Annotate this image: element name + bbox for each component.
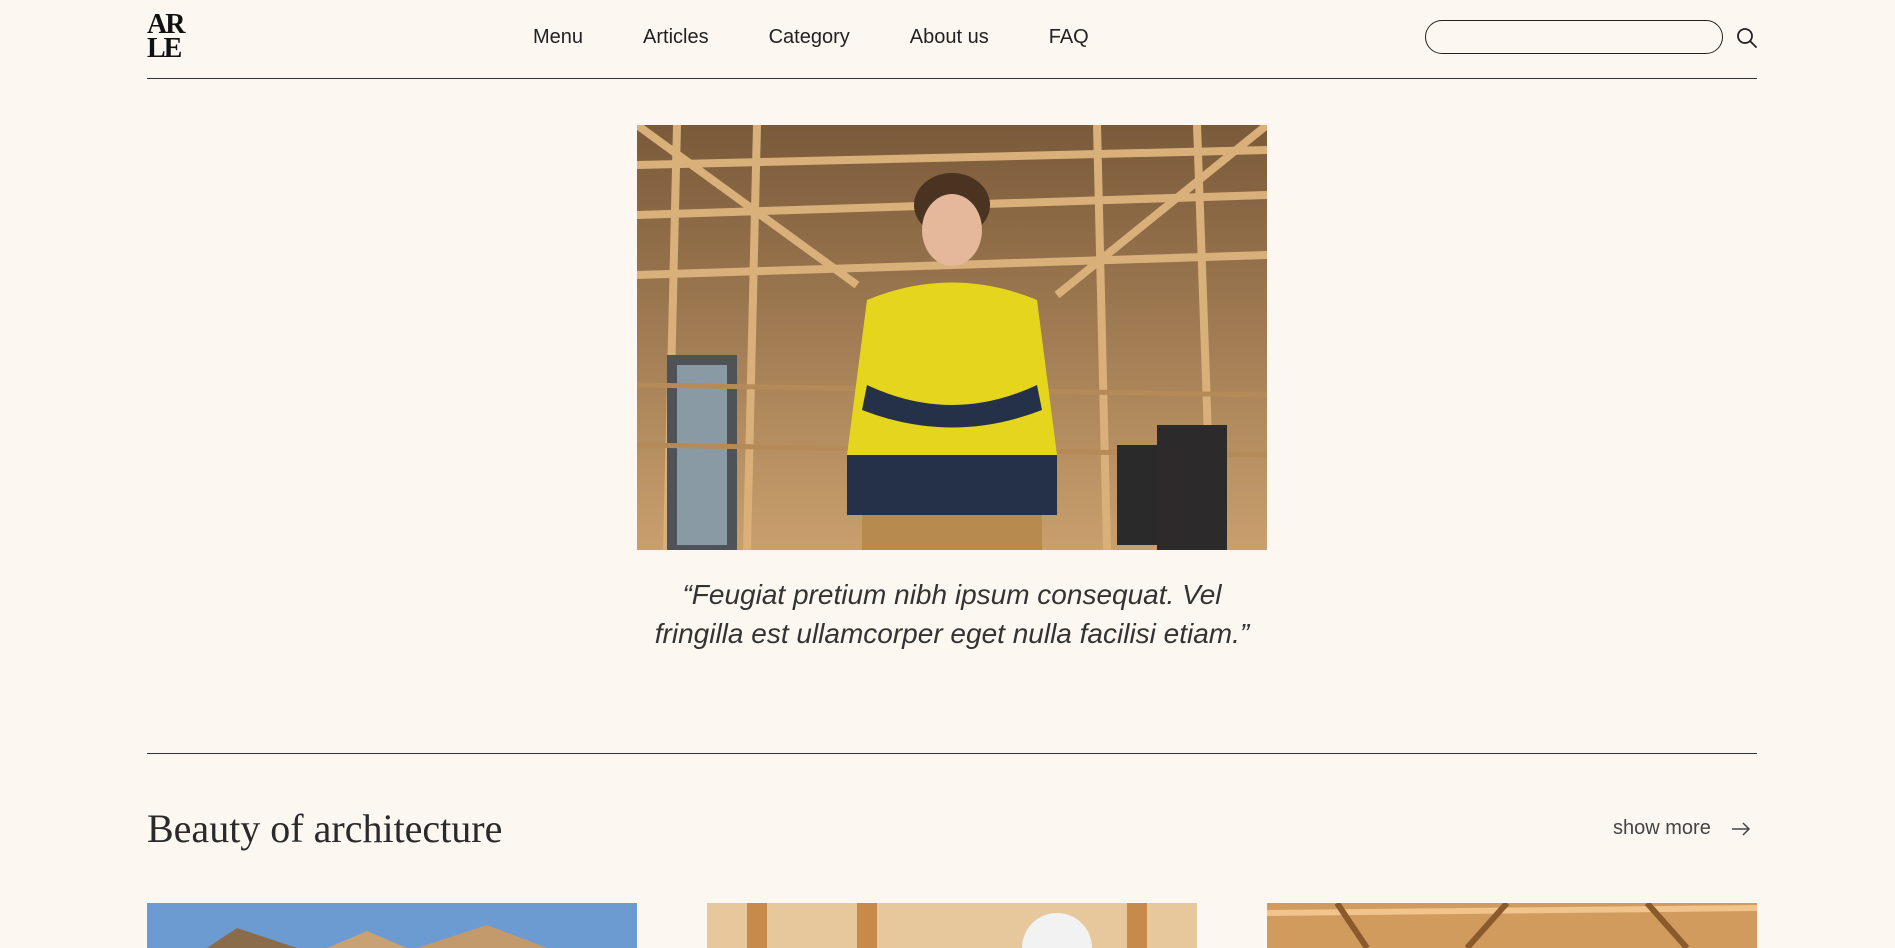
site-logo[interactable]: AR LE [147, 11, 193, 64]
hero-quote: “Feugiat pretium nibh ipsum consequat. V… [637, 575, 1267, 653]
section-divider [147, 753, 1757, 754]
hero-image [637, 125, 1267, 550]
nav-faq[interactable]: FAQ [1049, 26, 1089, 49]
show-more-link[interactable]: show more [1613, 817, 1751, 840]
article-card-image[interactable] [147, 903, 637, 948]
search-icon[interactable] [1735, 26, 1759, 50]
nav-category[interactable]: Category [769, 26, 850, 49]
search-input[interactable] [1425, 20, 1723, 54]
quote-line-2: fringilla est ullamcorper eget nulla fac… [654, 618, 1250, 649]
nav-articles[interactable]: Articles [643, 26, 709, 49]
show-more-label: show more [1613, 817, 1711, 839]
article-card-image[interactable] [1267, 903, 1757, 948]
logo-line-2: LE [147, 33, 182, 64]
quote-line-1: “Feugiat pretium nibh ipsum consequat. V… [682, 579, 1222, 610]
article-card-image[interactable] [707, 903, 1197, 948]
nav-about-us[interactable]: About us [910, 26, 989, 49]
site-header: AR LE Menu Articles Category About us FA… [147, 0, 1757, 79]
main-nav: Menu Articles Category About us FAQ [533, 26, 1149, 49]
arrow-right-icon [1731, 821, 1750, 836]
nav-menu[interactable]: Menu [533, 26, 583, 49]
section-title: Beauty of architecture [147, 806, 503, 851]
